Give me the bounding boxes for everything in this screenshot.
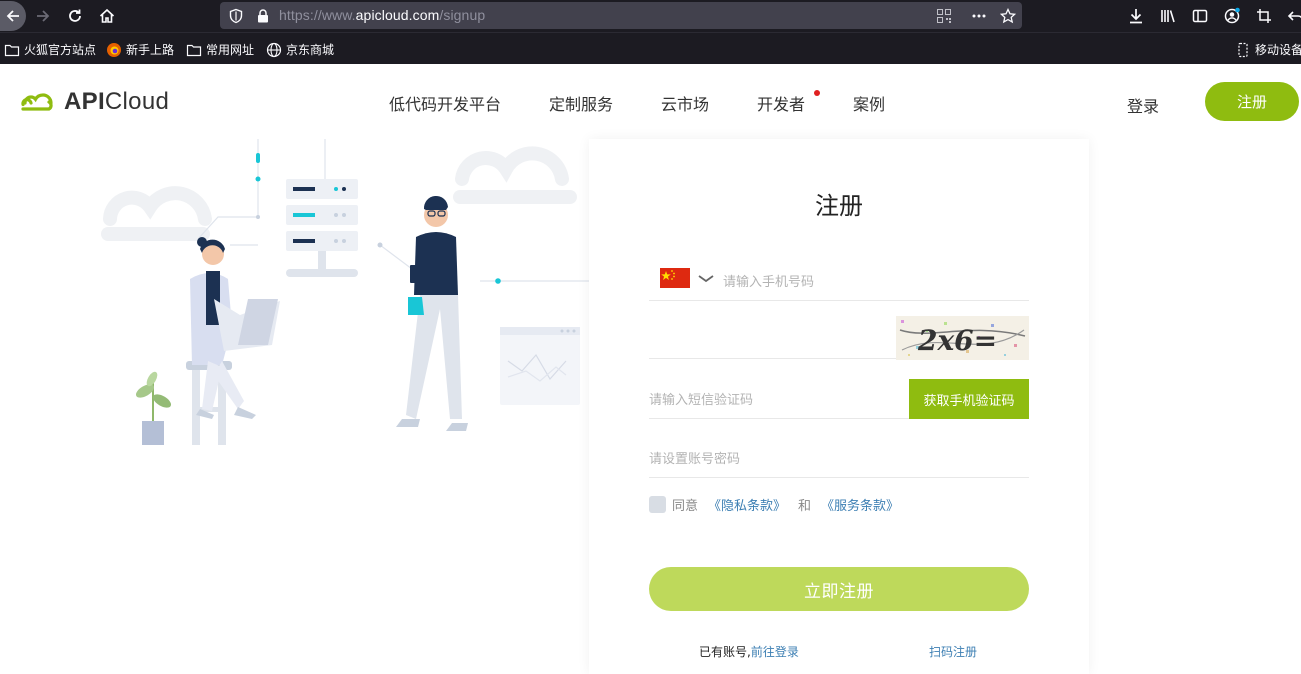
bookmark-star-icon[interactable] [999,7,1016,24]
reload-button[interactable] [62,3,88,29]
sidebar-button[interactable] [1187,3,1213,29]
scan-register-link[interactable]: 扫码注册 [929,643,977,660]
service-terms-link[interactable]: 《服务条款》 [821,495,899,514]
page-actions-icon[interactable] [970,7,987,24]
chevron-down-icon[interactable] [697,272,715,286]
site-header: APICloud 低代码开发平台 定制服务 云市场 开发者 案例 登录 注册 [0,64,1301,139]
arrow-right-icon [37,10,50,22]
form-title: 注册 [815,192,863,220]
agree-checkbox[interactable] [649,496,666,513]
go-login-link[interactable]: 前往登录 [751,645,799,659]
folder-icon [4,44,20,56]
chart-board-icon [500,327,580,405]
login-link[interactable]: 登录 [1127,93,1159,117]
agree-label: 同意 [672,499,699,514]
qr-code-icon[interactable] [935,7,952,24]
plant-icon [135,371,172,445]
reload-icon [69,9,81,22]
mobile-icon [1238,42,1248,57]
undo-icon [1287,11,1301,21]
globe-icon [266,42,282,57]
apicloud-logo-icon [21,93,53,111]
captcha-text: 2x6= [917,324,997,357]
password-placeholder[interactable]: 请设置账号密码 [649,448,740,467]
bookmark-item-mobile[interactable]: 移动设备上 [1235,41,1301,58]
server-icon [286,179,358,277]
home-icon [99,8,115,23]
has-account-row: 已有账号,前往登录 [699,643,799,660]
account-button[interactable] [1219,3,1245,29]
firefox-icon [107,42,121,57]
bookmarks-bar: 火狐官方站点 新手上路 常用网址 京东商城 移动设备上 [0,32,1301,64]
has-account-text: 已有账号, [699,645,751,659]
home-button[interactable] [94,3,120,29]
agreement-row: 同意 《隐私条款》 和 《服务条款》 [649,495,899,514]
header-signup-button[interactable]: 注册 [1205,82,1299,121]
shield-icon[interactable] [227,7,244,24]
sms-code-field[interactable]: 请输入短信验证码 [649,377,909,419]
phone-field[interactable]: 请输入手机号码 [649,259,1029,301]
cloud-bg-left-icon [101,186,212,241]
woman-figure-icon [186,237,280,445]
download-icon [1130,9,1142,24]
get-sms-code-button[interactable]: 获取手机验证码 [909,379,1029,419]
and-label: 和 [798,499,812,514]
captcha-image[interactable]: 2x6= [896,316,1029,360]
crop-icon [1257,9,1271,23]
downloads-button[interactable] [1123,3,1149,29]
overflow-button[interactable] [1283,3,1301,29]
signup-card: 注册 请输入手机号码 2x6= 请输入短信验证码 获取手机验证码 请设置账号密码 [589,139,1089,674]
password-field[interactable]: 请设置账号密码 [649,436,1029,478]
lock-icon[interactable] [254,7,271,24]
man-figure-icon [396,195,468,431]
logo-text: APICloud [64,88,170,115]
nav-custom-service[interactable]: 定制服务 [549,91,613,115]
bookmark-item[interactable]: 火狐官方站点 [4,41,96,58]
sms-placeholder[interactable]: 请输入短信验证码 [649,389,753,408]
library-button[interactable] [1155,3,1181,29]
bookmark-item[interactable]: 常用网址 [186,41,254,58]
library-icon [1161,10,1175,23]
logo[interactable]: APICloud [19,88,169,116]
notification-dot [814,90,820,96]
register-now-button[interactable]: 立即注册 [649,567,1029,611]
account-icon [1224,7,1240,24]
privacy-terms-link[interactable]: 《隐私条款》 [708,495,786,514]
arrow-left-icon [6,10,19,22]
nav-cases[interactable]: 案例 [853,91,885,115]
browser-toolbar: https://www.apicloud.com/signup [0,0,1301,32]
screenshot-button[interactable] [1251,3,1277,29]
nav-developer[interactable]: 开发者 [757,91,805,115]
back-button[interactable] [0,1,26,31]
cloud-bg-right-icon [453,146,577,204]
nav-cloud-market[interactable]: 云市场 [661,91,709,115]
china-flag-icon[interactable] [660,268,690,288]
forward-button[interactable] [30,3,56,29]
url-text[interactable]: https://www.apicloud.com/signup [279,7,485,23]
url-bar[interactable]: https://www.apicloud.com/signup [220,2,1022,29]
phone-placeholder[interactable]: 请输入手机号码 [723,271,814,290]
signup-illustration [101,139,590,445]
bookmark-item[interactable]: 京东商城 [266,41,334,58]
bookmark-item[interactable]: 新手上路 [106,41,174,58]
folder-icon [186,44,202,56]
sidebar-icon [1192,9,1208,23]
nav-lowcode-platform[interactable]: 低代码开发平台 [389,91,501,115]
